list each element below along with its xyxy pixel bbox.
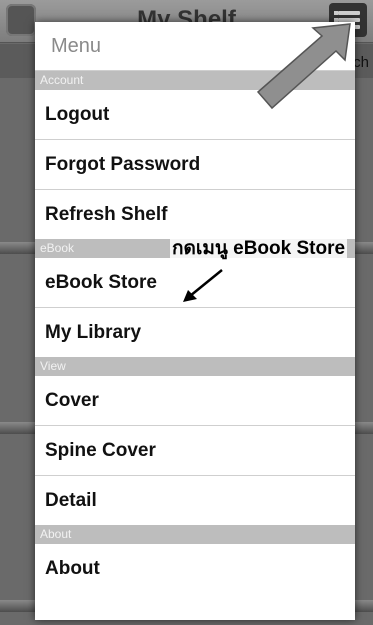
big-arrow-icon bbox=[256, 23, 351, 110]
annotation-overlay bbox=[183, 23, 351, 302]
annotation-text: กดเมนู eBook Store bbox=[170, 233, 348, 263]
small-arrow-icon bbox=[189, 269, 223, 297]
